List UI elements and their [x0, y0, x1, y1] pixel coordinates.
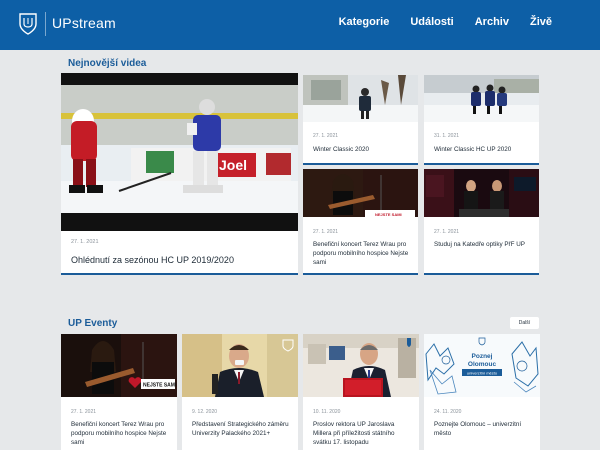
site-brand[interactable]: UPstream — [52, 15, 116, 31]
event-card-strategy[interactable]: 9. 12. 2020 Představení Strategického zá… — [182, 334, 298, 450]
featured-video-title[interactable]: Ohlédnutí za sezónou HC UP 2019/2020 — [71, 254, 290, 266]
events-heading: UP Eventy — [68, 318, 118, 329]
nav-archiv[interactable]: Archiv — [475, 16, 509, 28]
up-logo-icon[interactable] — [18, 12, 38, 36]
nav-live[interactable]: Živě — [530, 16, 552, 28]
logo-divider — [45, 12, 46, 36]
event-title[interactable]: Benefiční koncert Terez Wrau pro podporu… — [71, 420, 169, 447]
nav-udalosti[interactable]: Události — [410, 16, 453, 28]
main-nav: Kategorie Události Archiv Živě — [339, 16, 552, 28]
video-thumbnail[interactable] — [303, 75, 418, 122]
video-title[interactable]: Benefiční koncert Terez Wrau pro podporu… — [313, 240, 410, 267]
latest-videos-heading: Nejnovější videa — [68, 58, 147, 69]
event-thumbnail[interactable]: Poznej Olomouc univerzitní město — [424, 334, 540, 397]
univerzitni-mesto-text: univerzitní město — [467, 371, 498, 376]
poznej-text: Poznej — [472, 353, 493, 360]
rink-ad-text: Joel — [219, 157, 247, 173]
video-date: 31. 1. 2021 — [434, 133, 460, 139]
olomouc-text: Olomouc — [468, 361, 497, 368]
video-date: 27. 1. 2021 — [313, 229, 339, 235]
event-thumbnail[interactable]: NEJSTE SAMI — [61, 334, 177, 397]
video-title[interactable]: Winter Classic HC UP 2020 — [434, 145, 531, 154]
video-date: 27. 1. 2021 — [313, 133, 339, 139]
event-thumbnail[interactable] — [303, 334, 419, 397]
event-date: 10. 11. 2020 — [313, 409, 341, 415]
video-title[interactable]: Studuj na Katedře optiky PřF UP — [434, 240, 531, 249]
video-card-optics[interactable]: 27. 1. 2021 Studuj na Katedře optiky PřF… — [424, 169, 539, 275]
event-date: 27. 1. 2021 — [71, 409, 97, 415]
more-events-button[interactable]: Další — [510, 317, 539, 329]
nejste-sami-text: NEJSTE SAMI — [143, 383, 177, 389]
event-title[interactable]: Proslov rektora UP Jaroslava Millera při… — [313, 420, 411, 447]
video-thumbnail[interactable] — [424, 75, 539, 122]
event-title[interactable]: Poznejte Olomouc – univerzitní město — [434, 420, 532, 438]
video-card-benefit-concert[interactable]: NEJSTE SAMI 27. 1. 2021 Benefiční koncer… — [303, 169, 418, 275]
event-date: 9. 12. 2020 — [192, 409, 218, 415]
event-date: 24. 11. 2020 — [434, 409, 462, 415]
video-title[interactable]: Winter Classic 2020 — [313, 145, 410, 154]
video-card-winter-classic[interactable]: 27. 1. 2021 Winter Classic 2020 — [303, 75, 418, 165]
featured-video-date: 27. 1. 2021 — [71, 239, 99, 245]
nejste-sami-text: NEJSTE SAMI — [375, 212, 402, 217]
event-card-rector-speech[interactable]: 10. 11. 2020 Proslov rektora UP Jaroslav… — [303, 334, 419, 450]
event-card-olomouc[interactable]: Poznej Olomouc univerzitní město 24. 11.… — [424, 334, 540, 450]
event-thumbnail[interactable] — [182, 334, 298, 397]
featured-video-card[interactable]: Joel 27. 1. 2021 Ohlédnutí za sezónou HC… — [61, 73, 298, 275]
video-thumbnail[interactable]: NEJSTE SAMI — [303, 169, 418, 217]
video-thumbnail[interactable] — [424, 169, 539, 217]
video-card-winter-classic-hc[interactable]: 31. 1. 2021 Winter Classic HC UP 2020 — [424, 75, 539, 165]
featured-video-thumbnail[interactable]: Joel — [61, 73, 298, 231]
nav-kategorie[interactable]: Kategorie — [339, 16, 390, 28]
top-bar: UPstream Kategorie Události Archiv Živě — [0, 0, 600, 50]
event-title[interactable]: Představení Strategického záměru Univerz… — [192, 420, 290, 438]
event-card-benefit-concert[interactable]: NEJSTE SAMI 27. 1. 2021 Benefiční koncer… — [61, 334, 177, 450]
video-date: 27. 1. 2021 — [434, 229, 460, 235]
